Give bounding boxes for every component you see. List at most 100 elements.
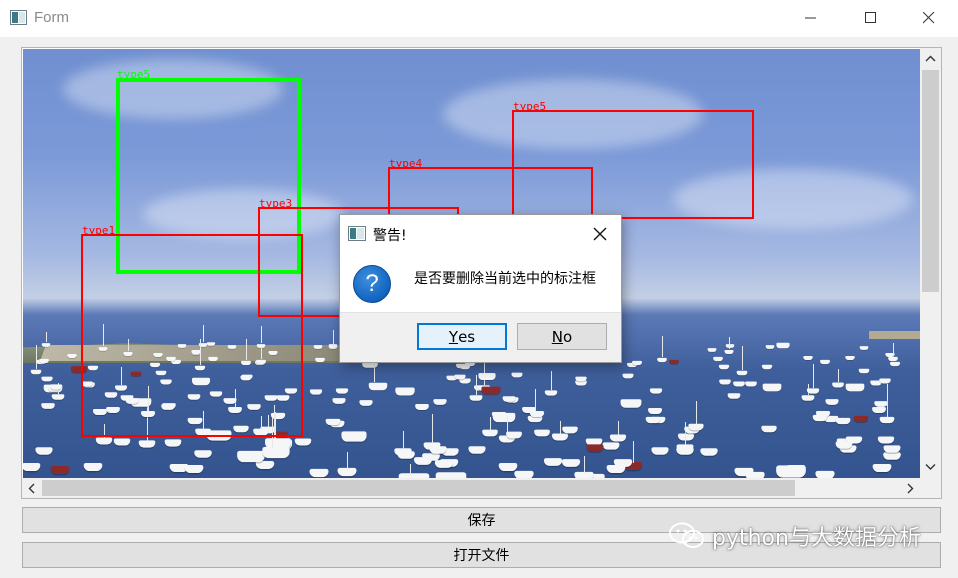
boat-mast (813, 363, 815, 389)
boat (713, 356, 724, 361)
question-icon: ? (353, 265, 391, 303)
no-button[interactable]: No (517, 323, 607, 350)
boat (736, 370, 748, 375)
boat (458, 378, 471, 384)
boat (543, 457, 562, 466)
confirm-delete-dialog[interactable]: 警告! ? 是否要删除当前选中的标注框 Yes No (339, 214, 622, 363)
boat (95, 437, 113, 445)
boat (853, 415, 869, 422)
boat (575, 376, 588, 382)
boat (776, 343, 790, 349)
minimize-button[interactable] (788, 0, 834, 37)
annotation-label: type1 (82, 224, 116, 237)
boat (236, 450, 265, 462)
boat (35, 447, 53, 455)
boat (801, 394, 815, 401)
scroll-up-icon[interactable] (925, 55, 936, 63)
dialog-button-bar: Yes No (340, 312, 621, 362)
boat (762, 384, 781, 392)
boat (505, 431, 522, 439)
maximize-button[interactable] (848, 0, 894, 37)
boat (41, 376, 53, 382)
boat (561, 426, 578, 434)
boat (835, 417, 851, 425)
annotation-label: type5 (117, 68, 151, 81)
boat (727, 393, 741, 399)
yes-button[interactable]: Yes (417, 323, 507, 350)
boat (433, 399, 447, 406)
boat (50, 465, 70, 474)
dialog-title-bar[interactable]: 警告! (340, 215, 621, 251)
boat (879, 378, 891, 384)
boat (819, 359, 830, 365)
horizontal-scrollbar[interactable] (22, 478, 920, 498)
boat (700, 448, 719, 456)
boat (256, 461, 275, 469)
boat (413, 456, 432, 465)
wechat-logo-icon (669, 522, 704, 548)
dialog-close-icon[interactable] (589, 223, 611, 245)
vertical-scroll-thumb[interactable] (922, 70, 939, 292)
boat-mast (46, 331, 48, 343)
boat (882, 452, 901, 460)
boat (309, 468, 329, 478)
boat (631, 361, 642, 366)
vertical-scrollbar[interactable] (920, 48, 941, 478)
scroll-right-icon[interactable] (906, 483, 914, 494)
boat (396, 451, 415, 459)
boat-mast (332, 329, 334, 344)
annotation-box[interactable] (81, 234, 303, 437)
boat (359, 400, 373, 407)
boat (38, 358, 49, 363)
boat-mast (695, 401, 697, 425)
boat-mast (617, 420, 619, 436)
dialog-body: ? 是否要删除当前选中的标注框 (340, 251, 621, 312)
boat-mast (892, 342, 894, 356)
boat (184, 465, 204, 474)
boat (807, 388, 820, 394)
scroll-down-icon[interactable] (925, 463, 936, 471)
boat (482, 429, 499, 436)
boat (620, 399, 642, 409)
boat (164, 439, 181, 447)
boat (478, 373, 496, 381)
boat-mast (476, 374, 478, 396)
boat (761, 425, 778, 433)
boat (733, 381, 746, 387)
boat (602, 442, 620, 451)
no-mnemonic: N (551, 327, 564, 346)
boat (332, 398, 346, 404)
boat-mast (551, 370, 553, 390)
close-button[interactable] (906, 0, 952, 37)
boat-mast (584, 455, 586, 474)
boat (492, 412, 516, 423)
boat (812, 414, 828, 421)
boat-mast (431, 414, 433, 444)
scroll-left-icon[interactable] (28, 483, 36, 494)
boat-mast (36, 345, 38, 369)
boat (650, 387, 663, 394)
boat-mast (559, 420, 561, 434)
boat (859, 346, 868, 350)
yes-mnemonic: Y (448, 327, 459, 346)
boat (872, 464, 892, 473)
window-title-bar[interactable]: Form (0, 0, 958, 37)
boat (845, 355, 855, 360)
app-window-icon (10, 10, 27, 25)
boat (645, 416, 660, 423)
boat (534, 429, 551, 437)
boat (744, 381, 757, 387)
boat (707, 348, 717, 353)
dialog-message: 是否要删除当前选中的标注框 (414, 271, 596, 287)
boat (41, 343, 51, 347)
boat (879, 416, 894, 423)
boat (724, 349, 734, 354)
horizontal-scroll-thumb[interactable] (42, 480, 795, 496)
boat (622, 373, 634, 379)
boat-mast (410, 463, 412, 475)
boat-mast (729, 337, 731, 349)
boat (718, 364, 730, 370)
boat (113, 438, 131, 446)
boat (341, 431, 367, 442)
boat (815, 470, 835, 478)
